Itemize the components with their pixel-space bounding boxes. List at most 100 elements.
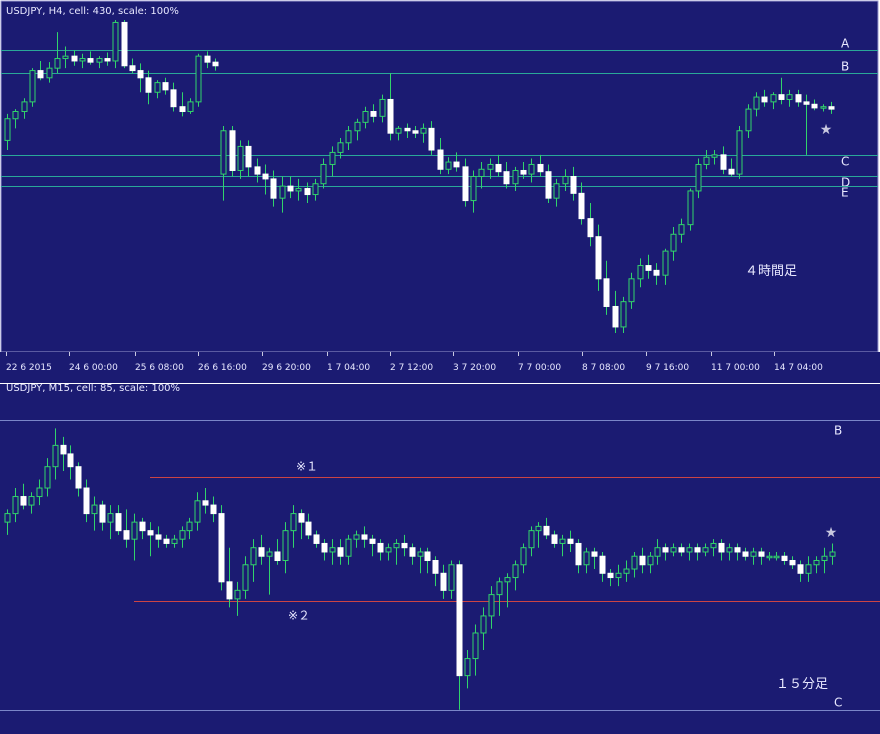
m15-candle-body (456, 564, 463, 677)
h4-candle-body (753, 96, 760, 110)
m15-candle-body (829, 551, 836, 557)
m15-candle-body (345, 538, 352, 557)
h4-candle-body (595, 236, 602, 280)
h4-candle-body (412, 130, 419, 134)
h4-candle-body (4, 118, 11, 141)
h4-candle-body (628, 278, 635, 303)
h4-candle-body (395, 127, 402, 134)
m15-candle-body (551, 534, 558, 544)
h4-candle-body (653, 269, 660, 276)
h4-candle-body (354, 121, 361, 132)
h4-candle-body (145, 77, 152, 93)
m15-candle-body (234, 589, 241, 600)
h4-x-tick-label: 22 6 2015 (6, 363, 52, 373)
m15-candle-body (147, 530, 154, 536)
h4-candle-body (262, 173, 269, 180)
h4-candle-body (678, 224, 685, 235)
m15-candle-body (218, 513, 225, 583)
m15-plot-area (0, 383, 880, 734)
h4-candle-body (245, 145, 252, 168)
m15-candle-body (654, 547, 661, 557)
h4-candle-body (562, 176, 569, 185)
m15-candle-body (575, 542, 582, 566)
h4-candle-body (687, 190, 694, 226)
h4-candle-body (695, 163, 702, 192)
m15-candle-body (393, 542, 400, 549)
h4-candle-body (537, 163, 544, 173)
h4-x-tick-label: 2 7 12:00 (390, 363, 433, 373)
h4-candle-body (786, 94, 793, 100)
h4-candle-body (528, 163, 535, 175)
m15-candle-body (821, 555, 828, 562)
m15-candle-body (647, 555, 654, 566)
m15-candle-body (742, 551, 749, 557)
m15-candle-body (242, 564, 249, 591)
h4-candle-body (229, 130, 236, 171)
m15-candle-body (432, 560, 439, 574)
h4-header: USDJPY, H4, cell: 430, scale: 100% (6, 6, 179, 17)
h4-star-marker: ★ (820, 122, 833, 138)
h4-candle-body (29, 70, 36, 103)
m15-candle-body (750, 551, 757, 557)
h4-candle-body (478, 168, 485, 177)
m15-chart: B C ※１ ※２ ★ USDJPY, M15, cell: 85, scale: 100… (0, 383, 880, 734)
h4-candle-body (79, 58, 86, 62)
m15-candle-body (773, 555, 780, 559)
m15-candle-body (718, 542, 725, 553)
h4-candle-body (270, 178, 277, 199)
m15-candle-body (607, 572, 614, 579)
h4-candle-body (503, 171, 510, 185)
m15-candle-body (567, 538, 574, 544)
h4-candle-body (12, 111, 19, 120)
m15-candle-body (210, 504, 217, 515)
h4-candle-body (578, 192, 585, 220)
h4-candle-body (587, 218, 594, 238)
h4-candle-body (828, 106, 835, 110)
h4-x-tick-label: 25 6 08:00 (135, 363, 184, 373)
h4-candle-body (553, 183, 560, 199)
h4-candle-body (287, 185, 294, 192)
m15-candle-body (75, 466, 82, 489)
m15-timeframe-annotation: １５分足 (776, 677, 828, 692)
m15-candle-body (258, 547, 265, 557)
m15-candle-body (662, 547, 669, 553)
m15-candle-body (305, 521, 312, 536)
m15-candle-body (805, 564, 812, 574)
h4-candle-body (495, 163, 502, 173)
m15-candle-body (789, 560, 796, 566)
m15-level-label: C (834, 696, 842, 710)
m15-candle-body (797, 564, 804, 574)
m15-candle-body (377, 542, 384, 553)
m15-candle-body (639, 555, 646, 566)
h4-x-tick-label: 29 6 20:00 (262, 363, 311, 373)
h4-x-tick-label: 3 7 20:00 (453, 363, 496, 373)
m15-candle-body (417, 551, 424, 557)
h4-candle-body (778, 94, 785, 100)
h4-candle-body (195, 55, 202, 103)
m15-candle-body (488, 594, 495, 617)
m15-candle-body (480, 615, 487, 634)
h4-candle-body (71, 55, 78, 62)
h4-candle-body (820, 106, 827, 109)
h4-candle-body (670, 233, 677, 252)
m15-candle-body (99, 504, 106, 523)
m15-candle-body (623, 568, 630, 574)
m15-candle-body (702, 547, 709, 553)
m15-candle-body (353, 534, 360, 540)
m15-candle-body (52, 444, 59, 468)
m15-candle-body (591, 551, 598, 557)
m15-candle-body (28, 496, 35, 506)
h4-candle-body (154, 82, 161, 93)
h4-candle-body (104, 58, 111, 62)
m15-level-label: ※２ (288, 609, 310, 623)
m15-candle-body (321, 542, 328, 553)
m15-candle-body (678, 547, 685, 553)
h4-candle-body (720, 154, 727, 170)
m15-candle-body (401, 542, 408, 549)
h4-x-tick-label: 14 7 04:00 (774, 363, 823, 373)
h4-candle-body (803, 101, 810, 105)
h4-candle-body (420, 127, 427, 134)
h4-candle-body (387, 98, 394, 134)
h4-candle-body (428, 127, 435, 151)
m15-candle-body (44, 466, 51, 489)
